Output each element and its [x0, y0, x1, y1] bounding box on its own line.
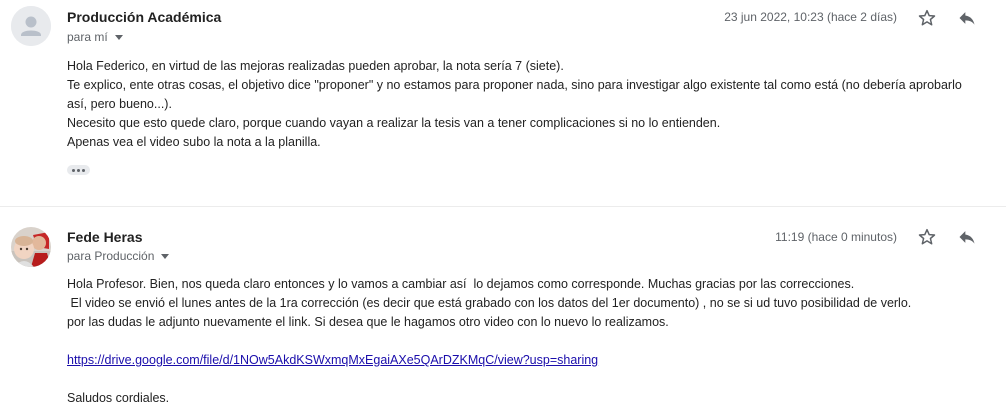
recipient-details-toggle[interactable]: para Producción	[67, 249, 170, 263]
recipient-label: para mí	[67, 30, 108, 44]
star-icon	[918, 228, 936, 245]
body-line: Apenas vea el video subo la nota a la pl…	[67, 135, 321, 149]
user-photo-avatar	[11, 227, 51, 267]
default-person-icon	[11, 6, 51, 46]
avatar[interactable]	[11, 227, 51, 267]
star-icon	[918, 9, 936, 26]
body-line: así, pero bueno...).	[67, 97, 172, 111]
message-timestamp: 11:19 (hace 0 minutos)	[775, 230, 897, 244]
reply-icon	[959, 231, 975, 244]
reply-button[interactable]	[955, 225, 979, 249]
message-timestamp: 23 jun 2022, 10:23 (hace 2 días)	[724, 10, 897, 24]
chevron-down-icon	[114, 35, 123, 40]
recipient-label: para Producción	[67, 249, 155, 263]
drive-link[interactable]: https://drive.google.com/file/d/1NOw5Akd…	[67, 353, 598, 367]
email-message: Producción Académica para mí 23 jun 2022…	[0, 0, 1006, 207]
message-body: Hola Profesor. Bien, nos queda claro ent…	[67, 275, 996, 408]
reply-icon	[959, 12, 975, 25]
body-line: El video se envió el lunes antes de la 1…	[67, 296, 912, 310]
body-line: por las dudas le adjunto nuevamente el l…	[67, 315, 669, 329]
reply-button[interactable]	[955, 6, 979, 30]
chevron-down-icon	[161, 254, 170, 259]
email-message: Fede Heras para Producción 11:19 (hace 0…	[0, 207, 1006, 409]
ellipsis-icon	[72, 168, 75, 172]
show-trimmed-content-button[interactable]	[67, 165, 90, 175]
recipient-details-toggle[interactable]: para mí	[67, 30, 123, 44]
sender-name[interactable]: Producción Académica	[67, 9, 221, 25]
avatar[interactable]	[11, 6, 51, 46]
star-button[interactable]	[915, 225, 939, 249]
email-thread: Producción Académica para mí 23 jun 2022…	[0, 0, 1006, 409]
body-line: Hola Federico, en virtud de las mejoras …	[67, 59, 564, 73]
body-line: Necesito que esto quede claro, porque cu…	[67, 116, 721, 130]
message-body: Hola Federico, en virtud de las mejoras …	[67, 57, 996, 152]
sender-name[interactable]: Fede Heras	[67, 229, 142, 245]
star-button[interactable]	[915, 6, 939, 30]
body-line: Hola Profesor. Bien, nos queda claro ent…	[67, 277, 855, 291]
body-line: Te explico, ente otras cosas, el objetiv…	[67, 78, 962, 92]
closing-line: Saludos cordiales.	[67, 391, 170, 405]
